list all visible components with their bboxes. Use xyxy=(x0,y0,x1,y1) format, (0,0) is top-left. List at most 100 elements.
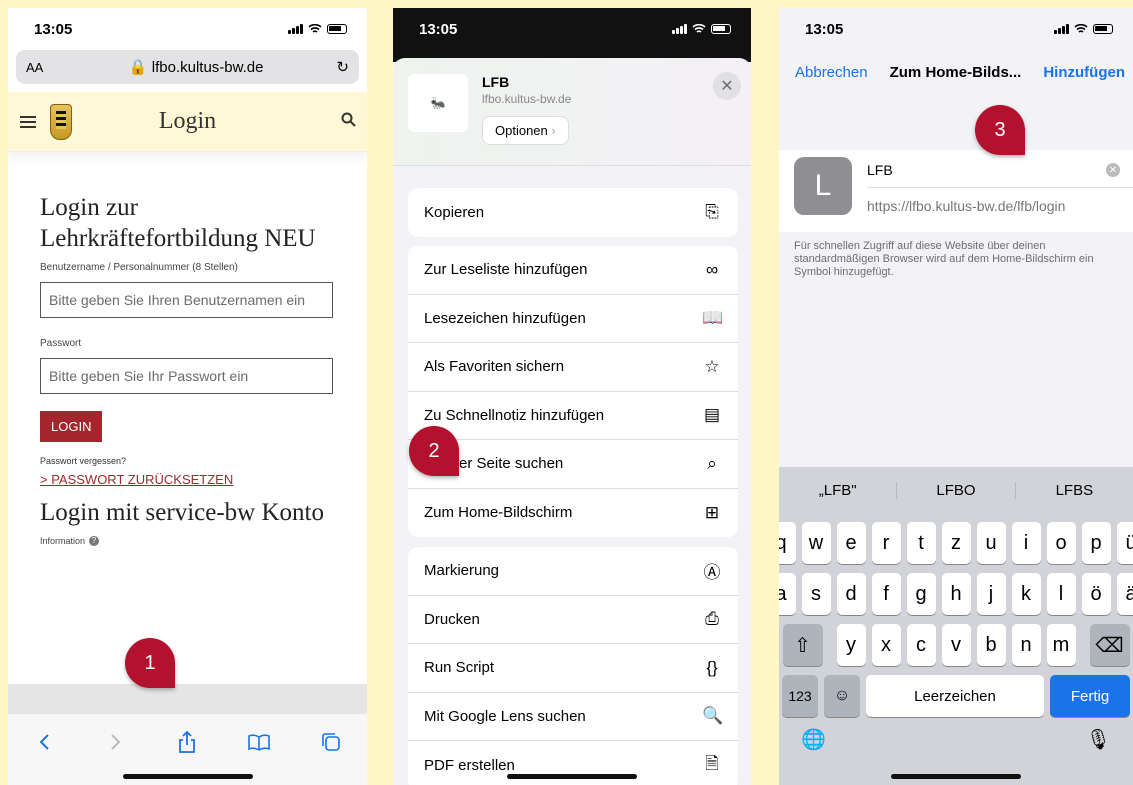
letter-key[interactable]: t xyxy=(906,522,936,564)
shift-key[interactable]: ⇧ xyxy=(782,624,823,666)
letter-key[interactable]: v xyxy=(941,624,971,666)
share-action-row[interactable]: Run Script {} xyxy=(408,644,738,693)
add-button[interactable]: Hinzufügen xyxy=(1043,64,1125,81)
dialog-title: Zum Home-Bilds... xyxy=(889,63,1022,81)
letter-key[interactable]: a xyxy=(779,573,796,615)
letter-key[interactable]: e xyxy=(836,522,866,564)
time: 13:05 xyxy=(34,20,73,38)
wifi-icon xyxy=(1074,24,1088,34)
site-header: Login xyxy=(8,92,367,152)
home-indicator xyxy=(891,774,1021,779)
delete-key[interactable]: ⌫ xyxy=(1089,624,1130,666)
url-value: lfbo.kultus-bw.de xyxy=(151,59,264,76)
letter-key[interactable]: j xyxy=(976,573,1006,615)
share-action-group-1: Kopieren ⎘ xyxy=(408,188,738,237)
letter-key[interactable]: c xyxy=(906,624,936,666)
battery-icon xyxy=(711,24,731,34)
share-action-row[interactable]: Kopieren ⎘ xyxy=(408,188,738,237)
username-field[interactable]: Bitte geben Sie Ihren Benutzernamen ein xyxy=(40,282,333,318)
letter-key[interactable]: f xyxy=(871,573,901,615)
share-action-row[interactable]: Lesezeichen hinzufügen 📖 xyxy=(408,295,738,343)
options-button[interactable]: Optionen › xyxy=(482,116,569,145)
search-icon: 🔍 xyxy=(702,706,724,726)
signal-icon xyxy=(672,24,687,34)
wifi-icon xyxy=(692,24,706,34)
status-icons xyxy=(672,24,731,34)
share-action-row[interactable]: Zur Leseliste hinzufügen ∞ xyxy=(408,246,738,295)
status-icons xyxy=(1054,24,1113,34)
letter-key[interactable]: o xyxy=(1046,522,1076,564)
share-action-label: Drucken xyxy=(424,610,480,628)
letter-key[interactable]: m xyxy=(1046,624,1076,666)
login-button[interactable]: LOGIN xyxy=(40,411,103,442)
reset-password-link[interactable]: > PASSWORT ZURÜCKSETZEN xyxy=(40,472,335,487)
globe-icon[interactable]: 🌐 xyxy=(801,727,826,752)
letter-key[interactable]: ä xyxy=(1116,573,1133,615)
time: 13:05 xyxy=(419,20,458,38)
letter-key[interactable]: g xyxy=(906,573,936,615)
letter-key[interactable]: z xyxy=(941,522,971,564)
information-row[interactable]: Information? xyxy=(40,536,335,546)
back-icon[interactable] xyxy=(30,728,58,756)
clear-icon[interactable]: ✕ xyxy=(1106,163,1120,177)
footer-strip xyxy=(8,684,367,714)
letter-key[interactable]: k xyxy=(1011,573,1041,615)
emoji-key[interactable]: ☺ xyxy=(824,675,860,717)
share-action-row[interactable]: Zum Home-Bildschirm ⊞ xyxy=(408,489,738,538)
letter-key[interactable]: n xyxy=(1011,624,1041,666)
letter-key[interactable]: w xyxy=(801,522,831,564)
letter-key[interactable]: u xyxy=(976,522,1006,564)
search-icon[interactable] xyxy=(341,112,357,128)
step-number: 3 xyxy=(994,118,1006,141)
password-field[interactable]: Bitte geben Sie Ihr Passwort ein xyxy=(40,358,333,394)
divider xyxy=(867,187,1133,188)
aa-button[interactable]: AA xyxy=(26,60,56,75)
letter-key[interactable]: p xyxy=(1081,522,1111,564)
share-action-row[interactable]: Als Favoriten sichern ☆ xyxy=(408,343,738,392)
share-action-row[interactable]: Markierung Ⓐ xyxy=(408,547,738,596)
book-icon: 📖 xyxy=(702,308,724,328)
letter-key[interactable]: i xyxy=(1011,522,1041,564)
letter-key[interactable]: x xyxy=(871,624,901,666)
bookmarks-icon[interactable] xyxy=(245,728,273,756)
share-action-row[interactable]: Mit Google Lens suchen 🔍 xyxy=(408,693,738,741)
cancel-button[interactable]: Abbrechen xyxy=(795,64,868,81)
share-action-group-2: Zur Leseliste hinzufügen ∞ Lesezeichen hin… xyxy=(408,246,738,537)
copy-icon: ⎘ xyxy=(705,202,719,222)
letter-key[interactable]: d xyxy=(836,573,866,615)
share-action-row[interactable]: Drucken ⎙ xyxy=(408,596,738,644)
numbers-key[interactable]: 123 xyxy=(782,675,818,717)
letter-key[interactable]: h xyxy=(941,573,971,615)
tabs-icon[interactable] xyxy=(317,728,345,756)
letter-key[interactable]: s xyxy=(801,573,831,615)
letter-key[interactable]: l xyxy=(1046,573,1076,615)
letter-key[interactable]: ö xyxy=(1081,573,1111,615)
suggestion-item[interactable]: LFBS xyxy=(1016,482,1133,499)
login-heading: Login zur Lehrkräftefortbildung NEU xyxy=(40,194,316,252)
share-icon[interactable] xyxy=(173,728,201,756)
letter-key[interactable]: r xyxy=(871,522,901,564)
name-field[interactable]: LFB xyxy=(867,162,893,178)
suggestion-item[interactable]: LFBO xyxy=(897,481,1016,499)
share-sheet-header: 🐜 LFB lfbo.kultus-bw.de Optionen › ✕ xyxy=(393,58,751,166)
braces-icon: {} xyxy=(706,657,718,677)
username-label: Benutzername / Personalnummer (8 Stellen… xyxy=(40,262,238,273)
microphone-icon[interactable]: 🎙 xyxy=(1086,727,1111,752)
suggestion-item[interactable]: „LFB" xyxy=(779,481,898,499)
address-bar[interactable]: AA 🔒 lfbo.kultus-bw.de ↻ xyxy=(16,50,359,84)
time: 13:05 xyxy=(805,20,844,38)
printer-icon: ⎙ xyxy=(705,609,719,629)
space-key[interactable]: Leerzeichen xyxy=(866,675,1044,717)
letter-key[interactable]: ü xyxy=(1116,522,1133,564)
letter-key[interactable]: y xyxy=(836,624,866,666)
done-key[interactable]: Fertig xyxy=(1050,675,1130,717)
forward-icon[interactable] xyxy=(102,728,130,756)
letter-key[interactable]: q xyxy=(779,522,796,564)
help-icon[interactable]: ? xyxy=(89,536,100,546)
share-action-label: Mit Google Lens suchen xyxy=(424,707,586,725)
reload-icon[interactable]: ↻ xyxy=(336,58,349,76)
share-action-row[interactable]: Zu Schnellnotiz hinzufügen ▤ xyxy=(408,392,738,440)
panel-safari-login: 13:05 AA 🔒 lfbo.kultus-bw.de ↻ Login Log… xyxy=(8,8,367,785)
letter-key[interactable]: b xyxy=(976,624,1006,666)
close-button[interactable]: ✕ xyxy=(713,72,741,100)
